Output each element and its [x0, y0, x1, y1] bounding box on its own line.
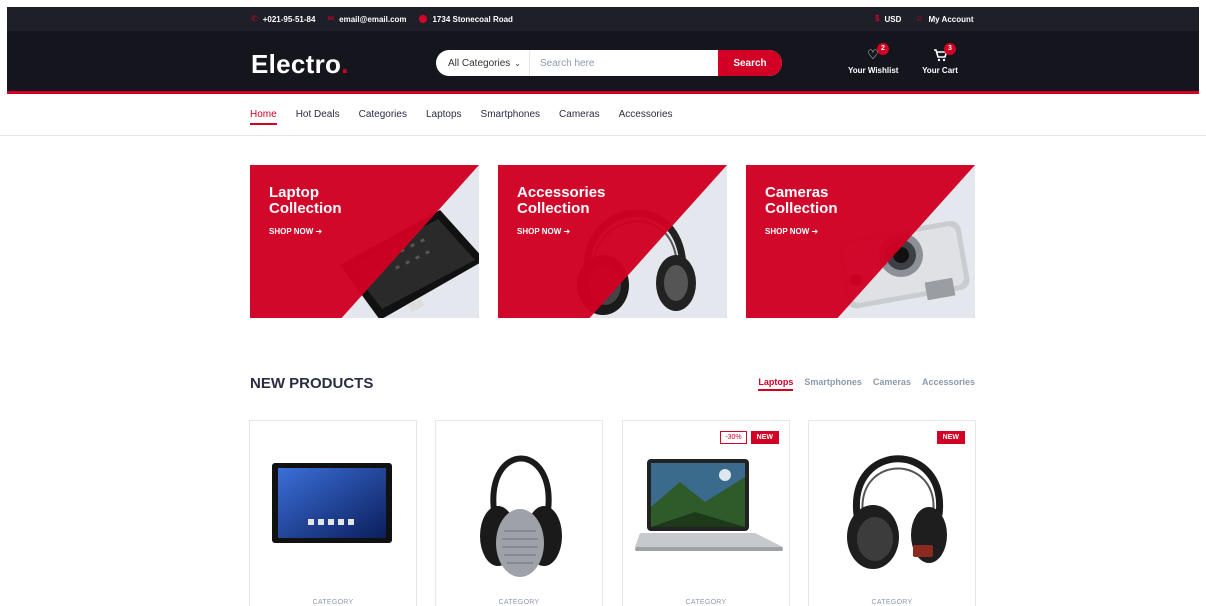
arrow-circle-right-icon: ➔ — [315, 227, 323, 236]
dollar-icon: $ — [875, 14, 880, 23]
account-text: My Account — [928, 14, 974, 24]
shop-now-text: SHOP NOW — [517, 227, 562, 236]
top-bar-address[interactable]: ⬤ 1734 Stonecoal Road — [419, 15, 513, 24]
nav-item-home[interactable]: Home — [250, 109, 277, 125]
search-button[interactable]: Search — [718, 50, 782, 76]
wishlist-count-badge: 2 — [877, 43, 889, 55]
product-card[interactable]: NEW CATEGORY — [808, 420, 976, 606]
my-account-link[interactable]: ☺ My Account — [915, 15, 973, 24]
logo-text: Electro — [251, 49, 342, 79]
product-category: CATEGORY — [871, 599, 913, 606]
currency-text: USD — [884, 14, 902, 24]
chevron-down-icon: ⌄ — [514, 58, 521, 68]
collection-card-cameras[interactable]: Cameras Collection SHOP NOW ➔ — [746, 165, 975, 318]
product-category: CATEGORY — [312, 599, 354, 606]
shop-now-link[interactable]: SHOP NOW ➔ — [765, 227, 818, 236]
search-form: All Categories ⌄ Search here Search — [436, 50, 782, 76]
main-header: Electro. All Categories ⌄ Search here Se… — [7, 31, 1199, 94]
collection-title-line1: Laptop — [269, 184, 319, 201]
tab-accessories[interactable]: Accessories — [922, 377, 975, 391]
nav-item-laptops[interactable]: Laptops — [426, 109, 462, 125]
cart-link[interactable]: 3 Your Cart — [915, 43, 965, 75]
product-image-laptop — [635, 459, 783, 551]
cart-label: Your Cart — [922, 66, 958, 75]
phone-text: +021-95-51-84 — [262, 14, 316, 24]
email-text: email@email.com — [339, 14, 407, 24]
shopping-cart-icon: 3 — [915, 43, 965, 63]
product-labels: -30% NEW — [720, 431, 779, 444]
sale-badge: -30% — [720, 431, 747, 444]
nav-item-categories[interactable]: Categories — [359, 109, 407, 125]
shop-now-link[interactable]: SHOP NOW ➔ — [517, 227, 570, 236]
product-image-headphones — [847, 455, 947, 569]
wishlist-link[interactable]: ♡ 2 Your Wishlist — [848, 43, 899, 75]
collection-title-line2: Collection — [765, 200, 838, 217]
collection-title: Cameras Collection — [765, 185, 885, 217]
collection-title-line2: Collection — [517, 200, 590, 217]
search-placeholder: Search here — [540, 57, 595, 69]
map-marker-icon: ⬤ — [418, 14, 428, 23]
user-icon: ☺ — [915, 14, 924, 23]
tab-smartphones[interactable]: Smartphones — [804, 377, 862, 391]
collection-title: Laptop Collection — [269, 185, 389, 217]
address-text: 1734 Stonecoal Road — [432, 14, 513, 24]
tab-cameras[interactable]: Cameras — [873, 377, 911, 391]
logo[interactable]: Electro. — [251, 49, 349, 80]
arrow-circle-right-icon: ➔ — [563, 227, 571, 236]
collection-title-line2: Collection — [269, 200, 342, 217]
product-image-headphones — [480, 455, 562, 577]
main-navigation: Home Hot Deals Categories Laptops Smartp… — [0, 97, 1206, 136]
shop-now-link[interactable]: SHOP NOW ➔ — [269, 227, 322, 236]
tab-laptops[interactable]: Laptops — [758, 377, 794, 391]
category-select[interactable]: All Categories ⌄ — [436, 50, 530, 76]
new-badge: NEW — [750, 431, 779, 444]
shop-now-text: SHOP NOW — [269, 227, 314, 236]
heart-icon: ♡ 2 — [848, 43, 898, 63]
category-select-value: All Categories — [448, 57, 511, 69]
top-bar-phone[interactable]: ✆ +021-95-51-84 — [251, 15, 315, 24]
nav-item-cameras[interactable]: Cameras — [559, 109, 600, 125]
nav-item-accessories[interactable]: Accessories — [619, 109, 673, 125]
currency-link[interactable]: $ USD — [875, 15, 901, 24]
collection-card-laptop[interactable]: Laptop Collection SHOP NOW ➔ — [250, 165, 479, 318]
collection-title: Accessories Collection — [517, 185, 637, 217]
top-bar: ✆ +021-95-51-84 ✉ email@email.com ⬤ 1734… — [7, 7, 1199, 31]
product-card[interactable]: CATEGORY — [249, 420, 417, 606]
top-bar-links: $ USD ☺ My Account — [875, 7, 974, 31]
product-tabs: Laptops Smartphones Cameras Accessories — [758, 377, 975, 391]
phone-icon: ✆ — [251, 14, 258, 23]
collection-title-line1: Accessories — [517, 184, 606, 201]
product-category: CATEGORY — [498, 599, 540, 606]
section-title: NEW PRODUCTS — [250, 375, 374, 392]
product-card[interactable]: -30% NEW CATEGORY — [622, 420, 790, 606]
product-category: CATEGORY — [685, 599, 727, 606]
collection-title-line1: Cameras — [765, 184, 829, 201]
logo-dot: . — [341, 49, 349, 79]
shop-now-text: SHOP NOW — [765, 227, 810, 236]
nav-item-smartphones[interactable]: Smartphones — [481, 109, 540, 125]
product-card[interactable]: CATEGORY — [435, 420, 603, 606]
nav-item-hot-deals[interactable]: Hot Deals — [296, 109, 340, 125]
arrow-circle-right-icon: ➔ — [811, 227, 819, 236]
cart-count-badge: 3 — [944, 43, 956, 55]
collection-card-accessories[interactable]: Accessories Collection SHOP NOW ➔ — [498, 165, 727, 318]
search-input[interactable]: Search here — [530, 50, 718, 76]
product-image-tablet — [272, 463, 392, 543]
wishlist-label: Your Wishlist — [848, 66, 899, 75]
envelope-icon: ✉ — [327, 14, 335, 23]
top-bar-email[interactable]: ✉ email@email.com — [327, 15, 406, 24]
top-bar-contacts: ✆ +021-95-51-84 ✉ email@email.com ⬤ 1734… — [251, 7, 513, 31]
